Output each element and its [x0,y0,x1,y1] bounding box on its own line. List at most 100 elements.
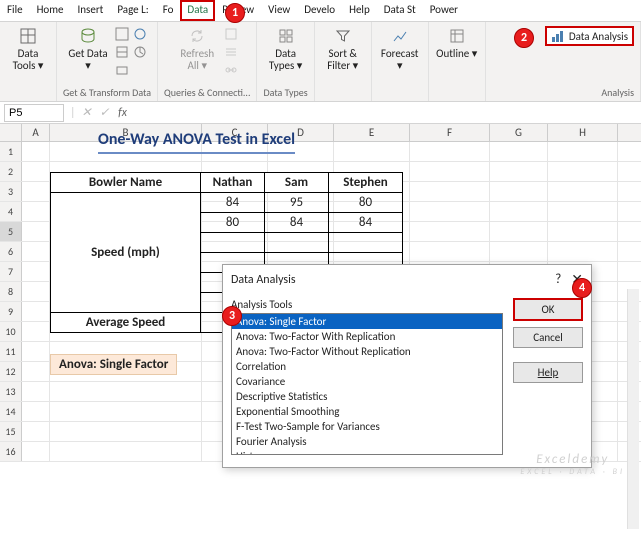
cell[interactable]: 80 [201,213,265,233]
grid-cell[interactable] [490,202,548,221]
grid-cell[interactable] [410,142,490,161]
grid-cell[interactable] [548,222,618,241]
analysis-tools-list[interactable]: Anova: Single FactorAnova: Two-Factor Wi… [231,313,503,455]
formula-input[interactable] [132,105,641,121]
grid-cell[interactable] [22,262,50,281]
cell[interactable]: 80 [329,193,403,213]
grid-cell[interactable] [22,202,50,221]
row-head-13[interactable]: 13 [0,382,22,401]
grid-cell[interactable] [50,142,202,161]
cell[interactable] [201,233,265,253]
grid-cell[interactable] [202,142,268,161]
grid-cell[interactable] [22,142,50,161]
grid-cell[interactable] [410,242,490,261]
grid-cell[interactable] [490,142,548,161]
cell[interactable]: 95 [265,193,329,213]
grid-cell[interactable] [50,382,202,401]
tool-item[interactable]: F-Test Two-Sample for Variances [232,419,502,434]
row-head-9[interactable]: 9 [0,302,22,321]
refresh-all-button[interactable]: Refresh All ▾ [175,26,219,72]
tab-formulas[interactable]: Fo [156,0,181,21]
recent-sources-icon[interactable] [132,44,148,60]
row-head-6[interactable]: 6 [0,242,22,261]
vertical-scrollbar[interactable] [627,289,639,529]
existing-conn-icon[interactable] [114,62,130,78]
tool-item[interactable]: Histogram [232,449,502,455]
grid-cell[interactable] [548,242,618,261]
grid-cell[interactable] [50,442,202,461]
grid-cell[interactable] [22,322,50,341]
col-head-D[interactable]: D [268,124,334,141]
grid-cell[interactable] [490,222,548,241]
grid-cell[interactable] [548,202,618,221]
cancel-formula-icon[interactable]: ✕ [78,105,96,120]
tab-data[interactable]: Data [180,0,215,21]
row-head-15[interactable]: 15 [0,422,22,441]
tab-file[interactable]: File [0,0,30,21]
tool-item[interactable]: Exponential Smoothing [232,404,502,419]
grid-cell[interactable] [548,182,618,201]
grid-cell[interactable] [334,142,410,161]
row-head-2[interactable]: 2 [0,162,22,181]
data-types-button[interactable]: Data Types ▾ [264,26,308,72]
grid-cell[interactable] [22,182,50,201]
from-text-icon[interactable] [114,26,130,42]
tab-home[interactable]: Home [30,0,71,21]
col-head-F[interactable]: F [410,124,490,141]
row-head-4[interactable]: 4 [0,202,22,221]
col-head-G[interactable]: G [490,124,548,141]
grid-cell[interactable] [548,142,618,161]
tab-help[interactable]: Help [342,0,377,21]
ok-button[interactable]: OK [513,298,583,321]
grid-cell[interactable] [50,402,202,421]
row-head-12[interactable]: 12 [0,362,22,381]
cell[interactable]: 84 [265,213,329,233]
tool-item[interactable]: Anova: Two-Factor Without Replication [232,344,502,359]
get-data-button[interactable]: Get Data ▾ [66,26,110,72]
sort-filter-button[interactable]: Sort & Filter ▾ [321,26,365,72]
name-box[interactable] [4,104,64,122]
tool-item[interactable]: Descriptive Statistics [232,389,502,404]
grid-cell[interactable] [410,222,490,241]
row-head-3[interactable]: 3 [0,182,22,201]
tab-data-streamer[interactable]: Data St [377,0,423,21]
queries-icon[interactable] [223,26,239,42]
grid-cell[interactable] [22,342,50,361]
outline-button[interactable]: Outline ▾ [435,26,479,60]
properties-icon[interactable] [223,44,239,60]
grid-cell[interactable] [50,422,202,441]
from-table-icon[interactable] [114,44,130,60]
from-web-icon[interactable] [132,26,148,42]
row-head-16[interactable]: 16 [0,442,22,461]
fx-button[interactable]: fx [114,106,132,120]
row-head-11[interactable]: 11 [0,342,22,361]
enter-formula-icon[interactable]: ✓ [96,105,114,120]
grid-cell[interactable] [268,142,334,161]
cell[interactable]: 84 [329,213,403,233]
row-head-8[interactable]: 8 [0,282,22,301]
row-head-10[interactable]: 10 [0,322,22,341]
grid-cell[interactable] [22,402,50,421]
grid-cell[interactable] [22,422,50,441]
tool-item[interactable]: Covariance [232,374,502,389]
tool-item[interactable]: Fourier Analysis [232,434,502,449]
tab-page-layout[interactable]: Page L: [110,0,155,21]
col-head-E[interactable]: E [334,124,410,141]
row-head-7[interactable]: 7 [0,262,22,281]
row-head-14[interactable]: 14 [0,402,22,421]
tool-item[interactable]: Anova: Two-Factor With Replication [232,329,502,344]
tab-view[interactable]: View [261,0,297,21]
col-head-H[interactable]: H [548,124,618,141]
tool-item[interactable]: Anova: Single Factor [232,314,502,329]
grid-cell[interactable] [22,242,50,261]
grid-cell[interactable] [410,182,490,201]
grid-cell[interactable] [22,382,50,401]
grid-cell[interactable] [22,162,50,181]
grid-cell[interactable] [22,302,50,321]
help-button[interactable]: Help [513,362,583,383]
data-tools-button[interactable]: Data Tools ▾ [6,26,50,72]
forecast-button[interactable]: Forecast ▾ [378,26,422,72]
grid-cell[interactable] [410,162,490,181]
cancel-button[interactable]: Cancel [513,327,583,348]
tab-power[interactable]: Power [423,0,465,21]
